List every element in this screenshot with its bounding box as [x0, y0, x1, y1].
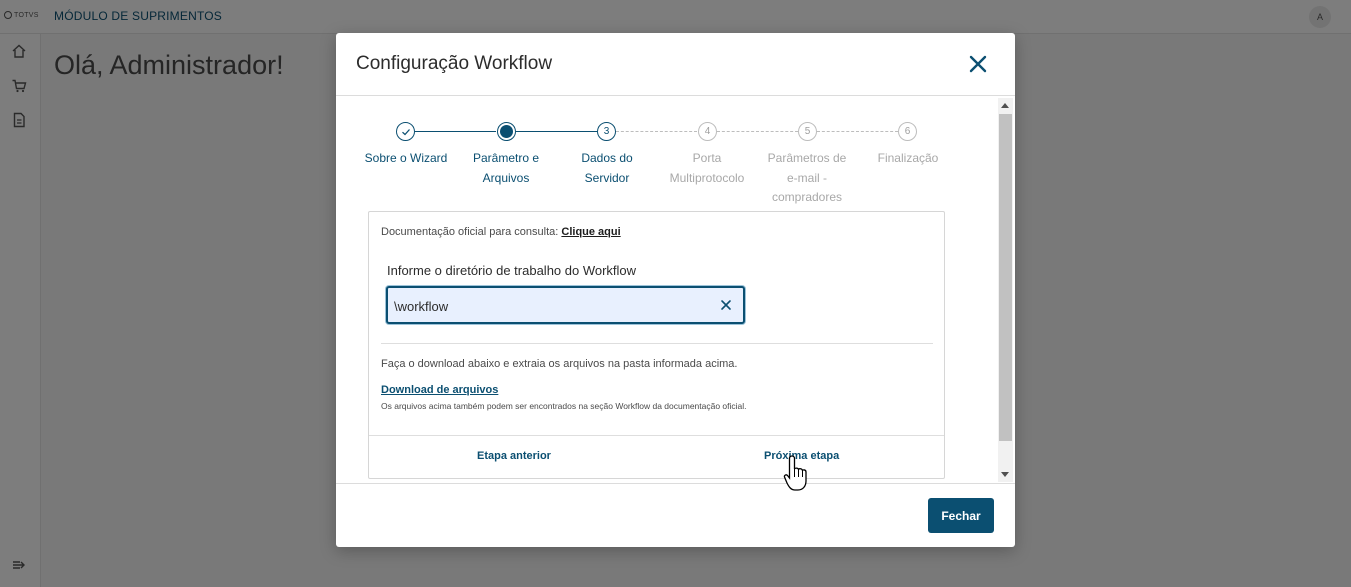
step-5-label[interactable]: Parâmetros de e-mail - compradores: [759, 149, 855, 208]
scroll-up-icon[interactable]: [1001, 103, 1009, 108]
hand-cursor-icon: [783, 454, 809, 494]
step-connector: [616, 131, 697, 132]
modal-scrollbar[interactable]: [998, 98, 1013, 482]
step-content-card: Documentação oficial para consulta: Cliq…: [368, 211, 945, 479]
modal-title: Configuração Workflow: [356, 53, 553, 74]
divider: [381, 343, 933, 344]
workflow-config-modal: Configuração Workflow 3 4 5 6 Sobre o Wi…: [336, 33, 1015, 547]
step-connector: [817, 131, 898, 132]
step-2-indicator[interactable]: [497, 122, 516, 141]
close-modal-button[interactable]: Fechar: [928, 498, 994, 533]
modal-footer: Fechar: [336, 484, 1015, 547]
step-connector: [717, 131, 798, 132]
modal-body[interactable]: 3 4 5 6 Sobre o Wizard Parâmetro e Arqui…: [336, 96, 1015, 484]
step-4-label[interactable]: Porta Multiprotocolo: [659, 149, 755, 188]
step-4-indicator[interactable]: 4: [698, 122, 717, 141]
step-6-indicator[interactable]: 6: [898, 122, 917, 141]
step-1-label[interactable]: Sobre o Wizard: [358, 149, 454, 169]
download-note: Os arquivos acima também podem ser encon…: [381, 401, 747, 411]
workflow-dir-label: Informe o diretório de trabalho do Workf…: [387, 263, 637, 278]
scroll-thumb[interactable]: [999, 114, 1012, 441]
download-instructions: Faça o download abaixo e extraia os arqu…: [381, 358, 738, 370]
close-icon[interactable]: [967, 53, 989, 75]
clear-icon[interactable]: [719, 298, 733, 312]
step-3-indicator[interactable]: 3: [597, 122, 616, 141]
step-5-indicator[interactable]: 5: [798, 122, 817, 141]
wizard-nav: Etapa anterior Próxima etapa: [369, 435, 944, 478]
step-connector: [516, 131, 597, 132]
step-connector: [415, 131, 496, 132]
documentation-line: Documentação oficial para consulta: Cliq…: [381, 226, 621, 238]
previous-step-button[interactable]: Etapa anterior: [477, 450, 551, 462]
documentation-link[interactable]: Clique aqui: [561, 226, 620, 238]
workflow-dir-input[interactable]: [394, 296, 704, 316]
download-files-link[interactable]: Download de arquivos: [381, 384, 498, 396]
step-6-label[interactable]: Finalização: [860, 149, 956, 169]
modal-header: Configuração Workflow: [336, 33, 1015, 96]
step-2-label[interactable]: Parâmetro e Arquivos: [458, 149, 554, 188]
step-3-label[interactable]: Dados do Servidor: [559, 149, 655, 188]
scroll-down-icon[interactable]: [1001, 472, 1009, 477]
step-1-check-icon[interactable]: [396, 122, 415, 141]
workflow-dir-field[interactable]: [386, 286, 745, 324]
